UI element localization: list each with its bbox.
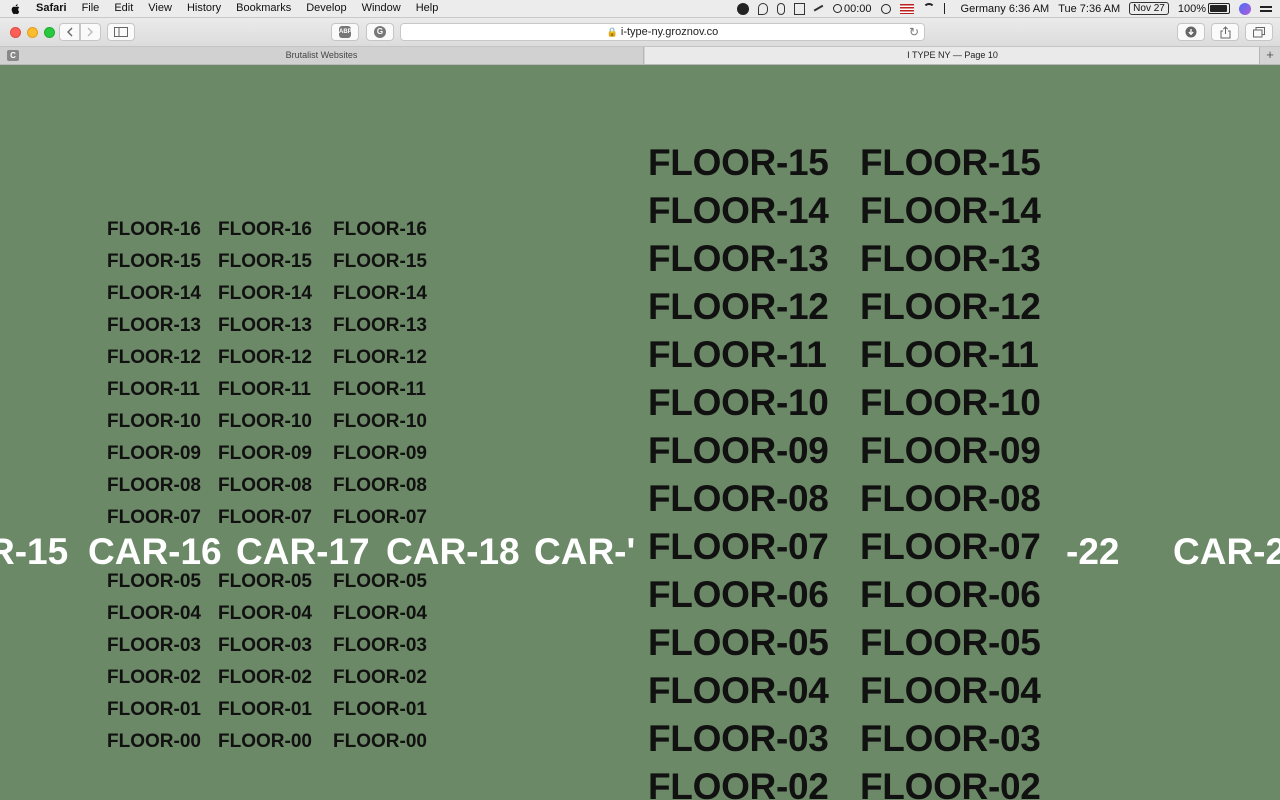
battery-percent: 100% [1177, 2, 1206, 15]
pin-icon[interactable] [758, 2, 769, 15]
chevron-left-icon [67, 27, 73, 37]
world-clock[interactable]: Germany 6:36 AM [961, 3, 1050, 15]
floor-label-large: FLOOR-04 [648, 670, 829, 711]
tab-favicon: C [7, 50, 19, 61]
battery-icon [1208, 3, 1230, 14]
notification-center-icon[interactable] [1260, 6, 1272, 12]
tab-label: Brutalist Websites [285, 50, 358, 60]
floor-label-large: FLOOR-02 [860, 766, 1041, 800]
floor-label-large: FLOOR-11 [648, 334, 827, 375]
flag-icon[interactable] [899, 3, 914, 14]
floor-label-large: FLOOR-13 [648, 238, 829, 279]
menu-app-name[interactable]: Safari [36, 0, 67, 17]
menu-bookmarks[interactable]: Bookmarks [236, 0, 291, 17]
download-icon [1185, 26, 1197, 38]
floor-label-large: FLOOR-08 [860, 478, 1041, 519]
apple-icon[interactable] [10, 3, 22, 15]
reload-icon[interactable]: ↻ [909, 25, 919, 39]
floor-label-large: FLOOR-06 [648, 574, 829, 615]
floor-label-large: FLOOR-15 [648, 142, 829, 183]
siri-icon[interactable] [1239, 2, 1251, 15]
minimize-window-button[interactable] [27, 27, 38, 38]
address-bar[interactable]: 🔒 i-type-ny.groznov.co ↻ [400, 23, 925, 41]
floor-label-large: FLOOR-13 [860, 238, 1041, 279]
tab-i-type-ny[interactable]: I TYPE NY — Page 10 [645, 47, 1260, 64]
floor-label-large: FLOOR-07 [648, 526, 829, 567]
grammarly-icon: G [374, 26, 386, 38]
wifi-icon[interactable] [922, 2, 935, 15]
floor-label-large: FLOOR-04 [860, 670, 1041, 711]
floor-label-large: FLOOR-14 [648, 190, 829, 231]
address-url: i-type-ny.groznov.co [620, 26, 719, 38]
floor-label-large: FLOOR-07 [860, 526, 1041, 567]
tabs-icon [1253, 26, 1265, 37]
floor-label-large: FLOOR-09 [860, 430, 1041, 471]
show-tabs-button[interactable] [1245, 23, 1273, 41]
floor-label-large: FLOOR-10 [860, 382, 1041, 423]
floor-label-large: FLOOR-08 [648, 478, 829, 519]
new-tab-button[interactable]: + [1259, 47, 1280, 64]
menu-window[interactable]: Window [362, 0, 401, 17]
floor-label-large: FLOOR-03 [648, 718, 829, 759]
menu-help[interactable]: Help [416, 0, 439, 17]
adblock-button[interactable]: ABP [331, 23, 359, 41]
back-button[interactable] [59, 23, 80, 41]
grammarly-button[interactable]: G [366, 23, 394, 41]
fullscreen-window-button[interactable] [44, 27, 55, 38]
forward-button[interactable] [80, 23, 101, 41]
upwork-icon[interactable] [737, 2, 750, 15]
chevron-right-icon [87, 27, 93, 37]
tab-label: I TYPE NY — Page 10 [907, 50, 998, 60]
share-button[interactable] [1211, 23, 1239, 41]
floor-label-large: FLOOR-06 [860, 574, 1041, 615]
floor-label-large: FLOOR-11 [860, 334, 1039, 375]
battery-widget[interactable]: 100% [1178, 3, 1230, 15]
floor-label-large: FLOOR-12 [648, 286, 829, 327]
floor-label-large: FLOOR-10 [648, 382, 829, 423]
paperclip-icon[interactable] [777, 2, 786, 15]
clock-icon[interactable] [880, 3, 891, 14]
menu-history[interactable]: History [187, 0, 221, 17]
menu-file[interactable]: File [82, 0, 100, 17]
share-icon [1220, 25, 1230, 38]
tab-bar: C Brutalist Websites I TYPE NY — Page 10… [0, 47, 1280, 65]
timer-text: 00:00 [844, 2, 872, 15]
notes-icon[interactable] [794, 2, 806, 15]
sidebar-toggle-button[interactable] [107, 23, 135, 41]
menu-develop[interactable]: Develop [306, 0, 346, 17]
downloads-button[interactable] [1177, 23, 1205, 41]
close-window-button[interactable] [10, 27, 21, 38]
floor-label-large: FLOOR-05 [860, 622, 1041, 663]
date-badge[interactable]: Nov 27 [1129, 2, 1169, 15]
floor-label-large: FLOOR-02 [648, 766, 829, 800]
menu-edit[interactable]: Edit [114, 0, 133, 17]
safari-toolbar: ABP G 🔒 i-type-ny.groznov.co ↻ [0, 18, 1280, 47]
floor-label-large: FLOOR-15 [860, 142, 1041, 183]
timer-widget[interactable]: 00:00 [833, 3, 872, 15]
activity-icon[interactable] [813, 4, 825, 13]
floor-label-large: FLOOR-03 [860, 718, 1041, 759]
floor-label-large: FLOOR-14 [860, 190, 1041, 231]
menu-view[interactable]: View [148, 0, 172, 17]
floor-label-large: FLOOR-12 [860, 286, 1041, 327]
circle-icon [833, 4, 843, 13]
page-content: FLOOR-16 FLOOR-16 FLOOR-16 FLOOR-15 FLOOR-15… [0, 65, 1280, 800]
adblock-icon: ABP [339, 26, 352, 38]
menu-bar: Safari File Edit View History Bookmarks … [0, 0, 1280, 18]
floor-label-large: FLOOR-09 [648, 430, 829, 471]
floor-label-large: FLOOR-05 [648, 622, 829, 663]
local-clock[interactable]: Tue 7:36 AM [1058, 3, 1120, 15]
tab-brutalist-websites[interactable]: C Brutalist Websites [0, 47, 644, 64]
sidebar-icon [114, 27, 128, 37]
lock-icon: 🔒 [606, 26, 618, 37]
bluetooth-icon[interactable] [943, 3, 952, 14]
large-floor-grid: FLOOR-15 FLOOR-15 FLOOR-14 FLOOR-14 FLOOR-13… [0, 65, 1280, 800]
